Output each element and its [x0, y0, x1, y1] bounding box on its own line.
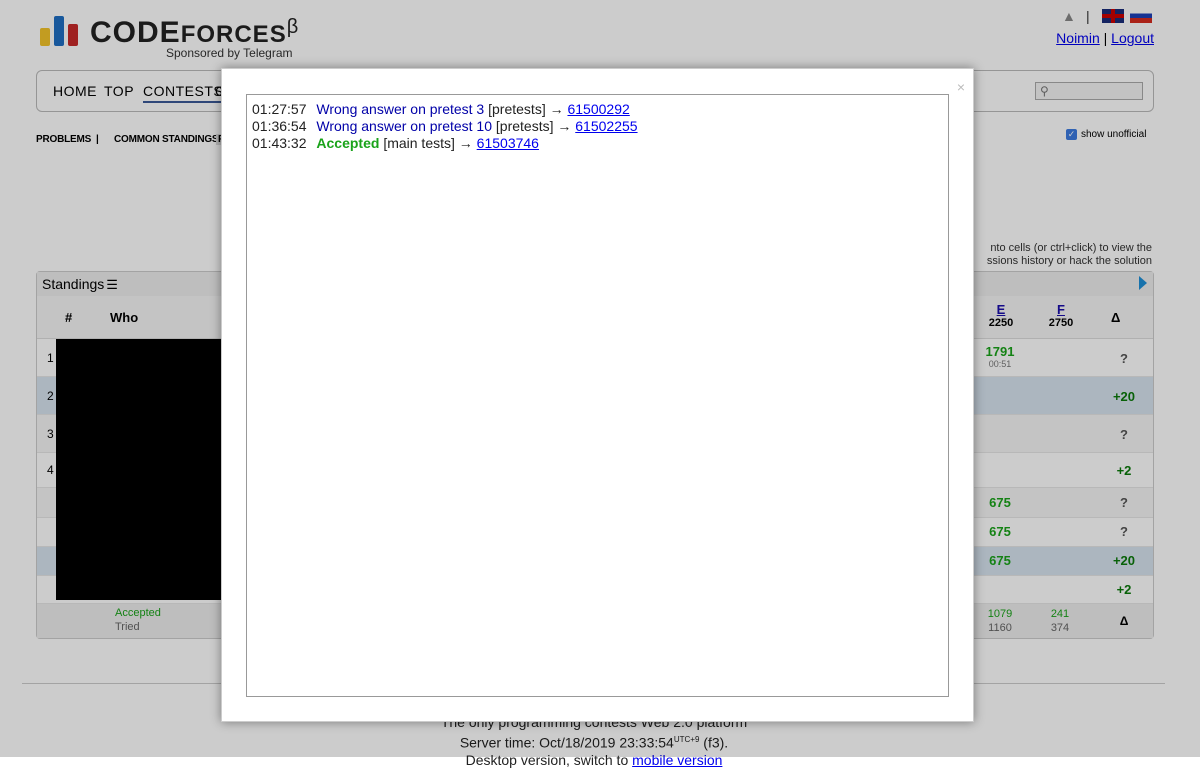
submission-link[interactable]: 61503746 — [477, 135, 539, 151]
history-line: 01:36:54 Wrong answer on pretest 10 [pre… — [252, 118, 638, 135]
codeforces-page: CODEFORCESβ Sponsored by Telegram ▲ | No… — [0, 0, 1200, 768]
submission-history-modal: × 01:27:57 Wrong answer on pretest 3 [pr… — [221, 68, 974, 722]
close-icon[interactable]: × — [957, 79, 965, 95]
history-time: 01:43:32 — [252, 135, 307, 151]
submission-link[interactable]: 61500292 — [567, 101, 629, 117]
history-time: 01:27:57 — [252, 101, 307, 117]
history-tests: [main tests] → — [383, 135, 473, 151]
history-tests: [pretests] → — [495, 118, 572, 134]
history-verdict: Accepted — [316, 135, 380, 151]
submission-link[interactable]: 61502255 — [575, 118, 637, 134]
history-verdict: Wrong answer on pretest 3 — [316, 101, 485, 117]
submission-history-panel: 01:27:57 Wrong answer on pretest 3 [pret… — [246, 94, 949, 697]
history-time: 01:36:54 — [252, 118, 307, 134]
history-line: 01:43:32 Accepted [main tests] → 6150374… — [252, 135, 539, 152]
history-tests: [pretests] → — [488, 101, 564, 117]
history-verdict: Wrong answer on pretest 10 — [316, 118, 493, 134]
history-line: 01:27:57 Wrong answer on pretest 3 [pret… — [252, 101, 630, 118]
